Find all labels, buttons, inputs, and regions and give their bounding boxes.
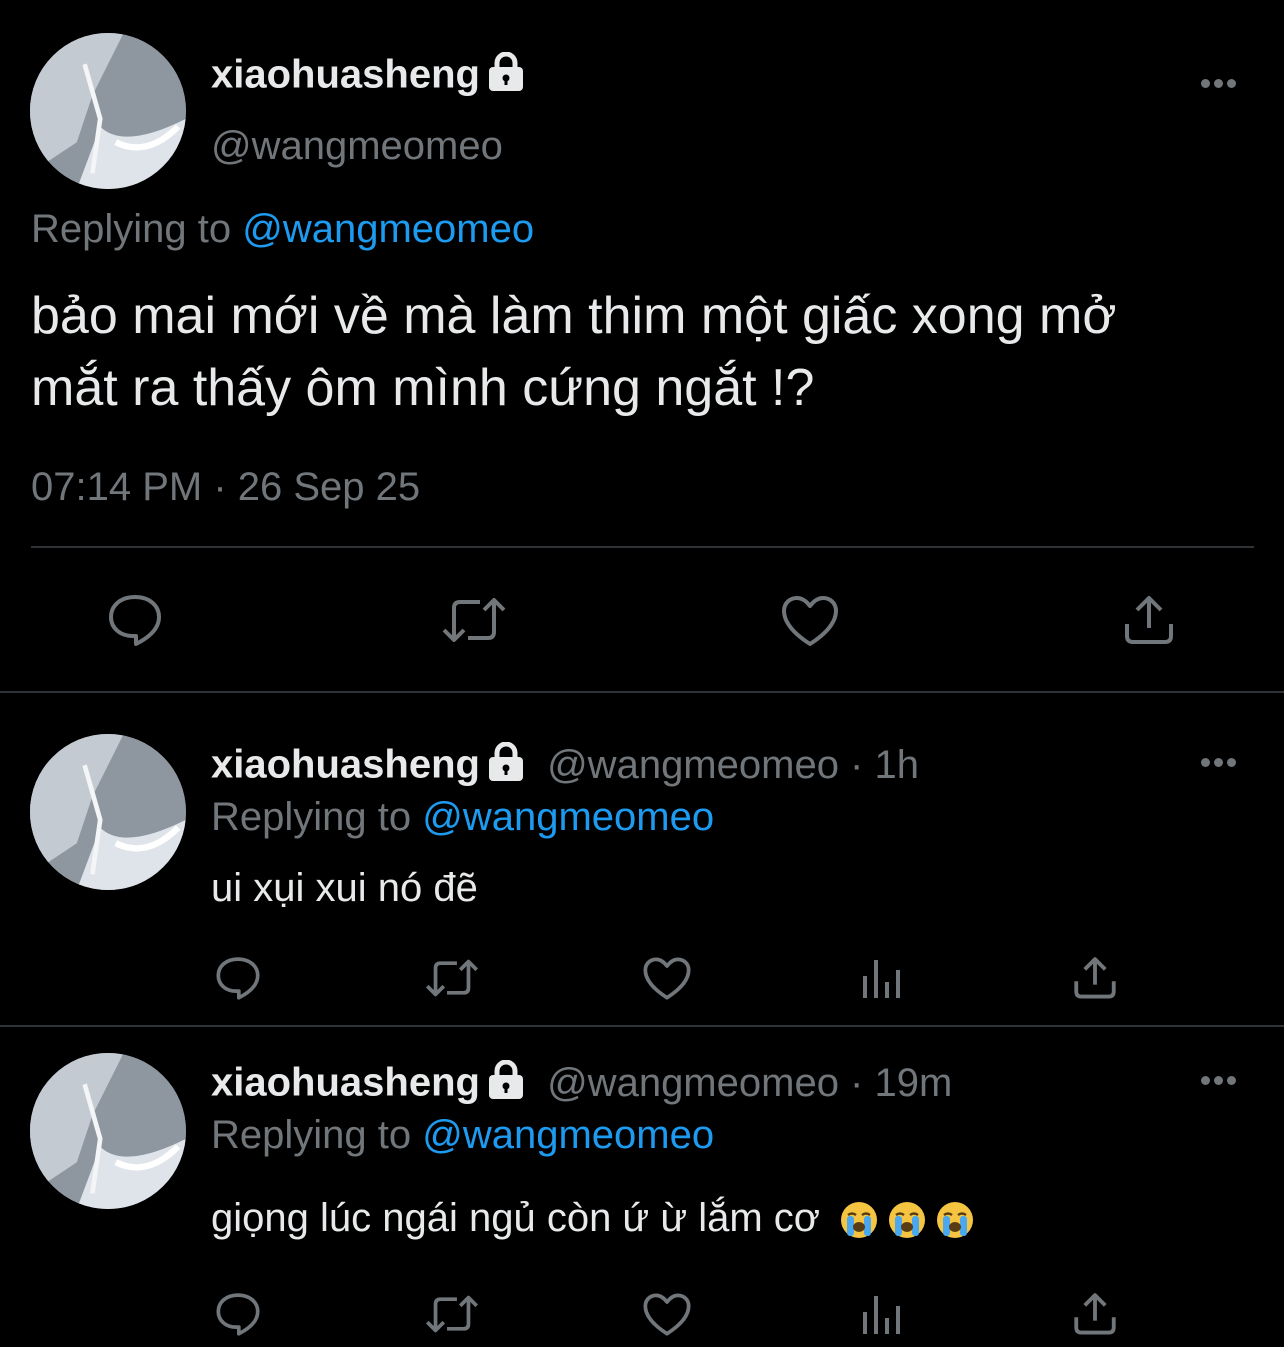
analytics-icon[interactable]: [860, 1292, 904, 1336]
share-icon[interactable]: [1122, 592, 1176, 646]
reply-icon[interactable]: [106, 592, 164, 648]
replying-to: Replying to @wangmeomeo: [211, 1113, 714, 1158]
reply-text: giọng lúc ngái ngủ còn ứ ừ lắm cơ: [211, 1196, 821, 1240]
divider: [0, 691, 1284, 693]
avatar[interactable]: [30, 1053, 186, 1209]
loudly-crying-face-icon: [839, 1200, 879, 1240]
share-icon[interactable]: [1072, 1290, 1118, 1336]
display-name[interactable]: xiaohuasheng: [211, 1061, 480, 1105]
avatar[interactable]: [30, 734, 186, 890]
divider: [0, 1025, 1284, 1027]
lock-icon: [486, 1059, 526, 1110]
replying-prefix: Replying to: [211, 1113, 412, 1157]
heart-icon[interactable]: [642, 1292, 692, 1337]
retweet-icon[interactable]: [440, 596, 508, 644]
replying-handle-link[interactable]: @wangmeomeo: [422, 1113, 714, 1157]
reply-header: xiaohuasheng @wangmeomeo · 1h: [211, 741, 919, 792]
display-name[interactable]: xiaohuasheng: [211, 743, 480, 787]
replying-prefix: Replying to: [31, 207, 232, 251]
tweet-text-line: mắt ra thấy ôm mình cứng ngắt !?: [31, 359, 815, 417]
more-icon[interactable]: [1201, 79, 1241, 91]
replying-handle-link[interactable]: @wangmeomeo: [422, 795, 714, 839]
heart-icon[interactable]: [642, 956, 692, 1001]
more-icon[interactable]: [1201, 1076, 1241, 1088]
display-name-text[interactable]: xiaohuasheng: [211, 53, 480, 97]
handle-time[interactable]: @wangmeomeo · 1h: [547, 743, 919, 787]
timestamp[interactable]: 07:14 PM · 26 Sep 25: [31, 465, 420, 510]
reply-icon[interactable]: [214, 955, 262, 1001]
more-icon[interactable]: [1201, 758, 1241, 770]
share-icon[interactable]: [1072, 954, 1118, 1000]
tweet-text: bảo mai mới về mà làm thim một giấc xong…: [31, 280, 1116, 424]
reply-text: ui xụi xui nó đẽ: [211, 866, 478, 910]
avatar[interactable]: [30, 33, 186, 189]
replying-prefix: Replying to: [211, 795, 412, 839]
loudly-crying-face-icon: [887, 1200, 927, 1240]
lock-icon: [486, 51, 526, 102]
reply-icon[interactable]: [214, 1291, 262, 1337]
handle[interactable]: @wangmeomeo: [211, 124, 503, 169]
replying-to: Replying to @wangmeomeo: [211, 795, 714, 840]
handle-time[interactable]: @wangmeomeo · 19m: [547, 1061, 952, 1105]
retweet-icon[interactable]: [424, 958, 480, 998]
tweet-text-line: bảo mai mới về mà làm thim một giấc xong…: [31, 287, 1117, 345]
divider: [31, 546, 1254, 548]
lock-icon: [486, 741, 526, 792]
analytics-icon[interactable]: [860, 956, 904, 1000]
retweet-icon[interactable]: [424, 1294, 480, 1334]
reply-header: xiaohuasheng @wangmeomeo · 19m: [211, 1059, 952, 1110]
display-name[interactable]: xiaohuasheng: [211, 51, 526, 102]
replying-to: Replying to @wangmeomeo: [31, 207, 534, 252]
loudly-crying-face-icon: [935, 1200, 975, 1240]
heart-icon[interactable]: [780, 594, 840, 648]
reply-text-row: giọng lúc ngái ngủ còn ứ ừ lắm cơ: [211, 1196, 975, 1241]
replying-handle-link[interactable]: @wangmeomeo: [242, 207, 534, 251]
